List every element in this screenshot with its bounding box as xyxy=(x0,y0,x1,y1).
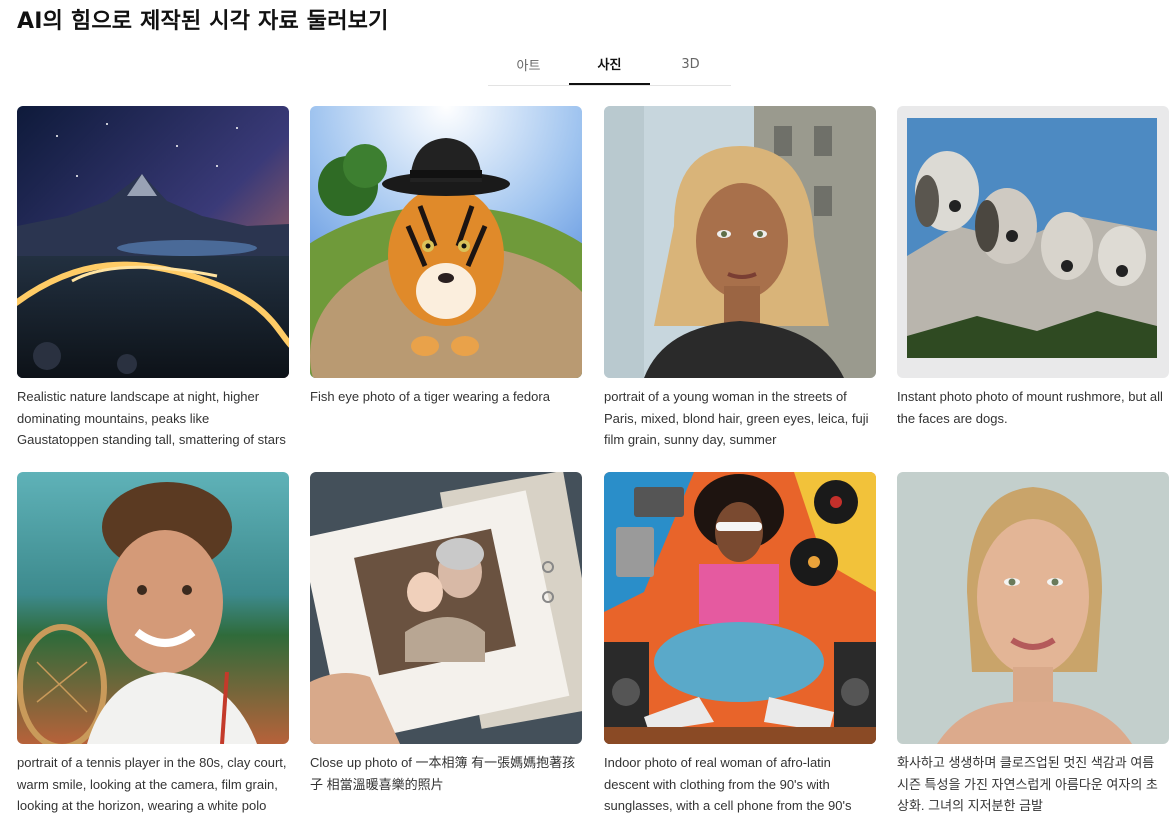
gallery-image-mountain-night[interactable] xyxy=(17,106,289,378)
gallery-image-90s-woman[interactable] xyxy=(604,472,876,744)
gallery-image-woman-paris[interactable] xyxy=(604,106,876,378)
gallery-caption: portrait of a young woman in the streets… xyxy=(604,389,869,447)
gallery-card[interactable]: portrait of a young woman in the streets… xyxy=(604,106,876,451)
gallery-caption: Fish eye photo of a tiger wearing a fedo… xyxy=(310,389,550,404)
gallery-image-photo-album[interactable] xyxy=(310,472,582,744)
gallery-card[interactable]: Indoor photo of real woman of afro-latin… xyxy=(604,472,876,817)
gallery-card[interactable]: Close up photo of 一本相簿 有一張媽媽抱著孩子 相當溫暖喜樂的… xyxy=(310,472,582,795)
gallery-card[interactable]: Fish eye photo of a tiger wearing a fedo… xyxy=(310,106,582,408)
gallery-caption: 화사하고 생생하며 클로즈업된 멋진 색감과 여름 시즌 특성을 가진 자연스럽… xyxy=(897,755,1158,813)
gallery-image-tennis-player[interactable] xyxy=(17,472,289,744)
gallery-image-woman-portrait[interactable] xyxy=(897,472,1169,744)
gallery-image-tiger[interactable] xyxy=(310,106,582,378)
gallery-card[interactable]: 화사하고 생생하며 클로즈업된 멋진 색감과 여름 시즌 특성을 가진 자연스럽… xyxy=(897,472,1169,817)
gallery-image-rushmore-dogs[interactable] xyxy=(897,106,1169,378)
tab-photo[interactable]: 사진 xyxy=(569,44,650,85)
page-title: AI의 힘으로 제작된 시각 자료 둘러보기 xyxy=(17,9,389,34)
gallery-card[interactable]: Realistic nature landscape at night, hig… xyxy=(17,106,289,451)
gallery-card[interactable]: Instant photo photo of mount rushmore, b… xyxy=(897,106,1169,429)
gallery-caption: Realistic nature landscape at night, hig… xyxy=(17,389,286,447)
tab-art[interactable]: 아트 xyxy=(488,44,569,84)
gallery-caption: Instant photo photo of mount rushmore, b… xyxy=(897,389,1163,426)
gallery-caption: Indoor photo of real woman of afro-latin… xyxy=(604,755,852,813)
tab-3d[interactable]: 3D xyxy=(650,44,731,84)
gallery-card[interactable]: portrait of a tennis player in the 80s, … xyxy=(17,472,289,817)
gallery-caption: portrait of a tennis player in the 80s, … xyxy=(17,755,287,813)
category-tabs: 아트 사진 3D xyxy=(488,44,731,86)
gallery-caption: Close up photo of 一本相簿 有一張媽媽抱著孩子 相當溫暖喜樂的… xyxy=(310,755,576,792)
